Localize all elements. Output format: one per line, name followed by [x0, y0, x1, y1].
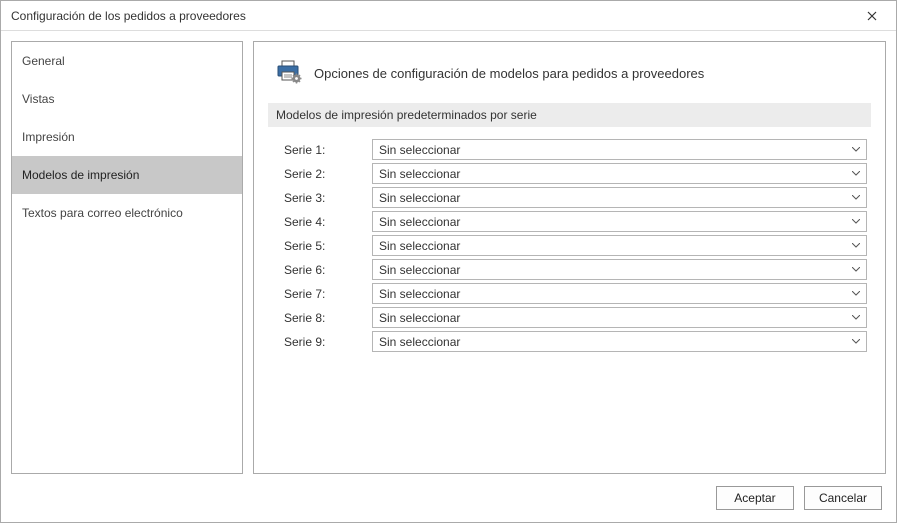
- chevron-down-icon: [848, 189, 864, 206]
- chevron-down-icon: [848, 165, 864, 182]
- form-row: Serie 7: Sin seleccionar: [284, 283, 867, 304]
- sidebar-item-textos-correo[interactable]: Textos para correo electrónico: [12, 194, 242, 232]
- combo-value: Sin seleccionar: [379, 263, 460, 277]
- sidebar-item-modelos-impresion[interactable]: Modelos de impresión: [12, 156, 242, 194]
- section-title: Modelos de impresión predeterminados por…: [276, 108, 537, 122]
- sidebar-item-vistas[interactable]: Vistas: [12, 80, 242, 118]
- serie-label: Serie 1:: [284, 143, 372, 157]
- chevron-down-icon: [848, 237, 864, 254]
- chevron-down-icon: [848, 285, 864, 302]
- panel-heading: Opciones de configuración de modelos par…: [314, 66, 704, 81]
- sidebar-item-label: Textos para correo electrónico: [22, 206, 183, 220]
- chevron-down-icon: [848, 141, 864, 158]
- serie-label: Serie 9:: [284, 335, 372, 349]
- chevron-down-icon: [848, 309, 864, 326]
- close-button[interactable]: [856, 4, 888, 28]
- form-row: Serie 3: Sin seleccionar: [284, 187, 867, 208]
- combo-value: Sin seleccionar: [379, 191, 460, 205]
- dialog-window: Configuración de los pedidos a proveedor…: [0, 0, 897, 523]
- chevron-down-icon: [848, 261, 864, 278]
- form-row: Serie 2: Sin seleccionar: [284, 163, 867, 184]
- serie-label: Serie 5:: [284, 239, 372, 253]
- serie-label: Serie 2:: [284, 167, 372, 181]
- chevron-down-icon: [848, 333, 864, 350]
- close-icon: [867, 11, 877, 21]
- chevron-down-icon: [848, 213, 864, 230]
- accept-button[interactable]: Aceptar: [716, 486, 794, 510]
- cancel-button[interactable]: Cancelar: [804, 486, 882, 510]
- serie-4-combo[interactable]: Sin seleccionar: [372, 211, 867, 232]
- sidebar-item-label: Impresión: [22, 130, 75, 144]
- combo-value: Sin seleccionar: [379, 239, 460, 253]
- sidebar-item-label: Vistas: [22, 92, 54, 106]
- printer-gear-icon: [276, 60, 302, 87]
- serie-label: Serie 8:: [284, 311, 372, 325]
- serie-3-combo[interactable]: Sin seleccionar: [372, 187, 867, 208]
- serie-8-combo[interactable]: Sin seleccionar: [372, 307, 867, 328]
- sidebar-item-label: General: [22, 54, 65, 68]
- window-title: Configuración de los pedidos a proveedor…: [11, 9, 246, 23]
- combo-value: Sin seleccionar: [379, 287, 460, 301]
- content-area: General Vistas Impresión Modelos de impr…: [1, 31, 896, 480]
- form-row: Serie 1: Sin seleccionar: [284, 139, 867, 160]
- serie-7-combo[interactable]: Sin seleccionar: [372, 283, 867, 304]
- form-row: Serie 5: Sin seleccionar: [284, 235, 867, 256]
- sidebar: General Vistas Impresión Modelos de impr…: [11, 41, 243, 474]
- serie-2-combo[interactable]: Sin seleccionar: [372, 163, 867, 184]
- form-rows: Serie 1: Sin seleccionar Serie 2: Sin se…: [268, 139, 871, 352]
- serie-label: Serie 6:: [284, 263, 372, 277]
- serie-6-combo[interactable]: Sin seleccionar: [372, 259, 867, 280]
- combo-value: Sin seleccionar: [379, 311, 460, 325]
- serie-label: Serie 3:: [284, 191, 372, 205]
- section-header: Modelos de impresión predeterminados por…: [268, 103, 871, 127]
- sidebar-item-impresion[interactable]: Impresión: [12, 118, 242, 156]
- combo-value: Sin seleccionar: [379, 215, 460, 229]
- form-row: Serie 8: Sin seleccionar: [284, 307, 867, 328]
- combo-value: Sin seleccionar: [379, 335, 460, 349]
- form-row: Serie 6: Sin seleccionar: [284, 259, 867, 280]
- sidebar-item-label: Modelos de impresión: [22, 168, 139, 182]
- main-panel: Opciones de configuración de modelos par…: [253, 41, 886, 474]
- serie-5-combo[interactable]: Sin seleccionar: [372, 235, 867, 256]
- titlebar: Configuración de los pedidos a proveedor…: [1, 1, 896, 31]
- form-row: Serie 4: Sin seleccionar: [284, 211, 867, 232]
- serie-label: Serie 4:: [284, 215, 372, 229]
- panel-header: Opciones de configuración de modelos par…: [268, 56, 871, 103]
- sidebar-item-general[interactable]: General: [12, 42, 242, 80]
- combo-value: Sin seleccionar: [379, 143, 460, 157]
- form-row: Serie 9: Sin seleccionar: [284, 331, 867, 352]
- serie-label: Serie 7:: [284, 287, 372, 301]
- combo-value: Sin seleccionar: [379, 167, 460, 181]
- dialog-footer: Aceptar Cancelar: [1, 480, 896, 522]
- serie-1-combo[interactable]: Sin seleccionar: [372, 139, 867, 160]
- serie-9-combo[interactable]: Sin seleccionar: [372, 331, 867, 352]
